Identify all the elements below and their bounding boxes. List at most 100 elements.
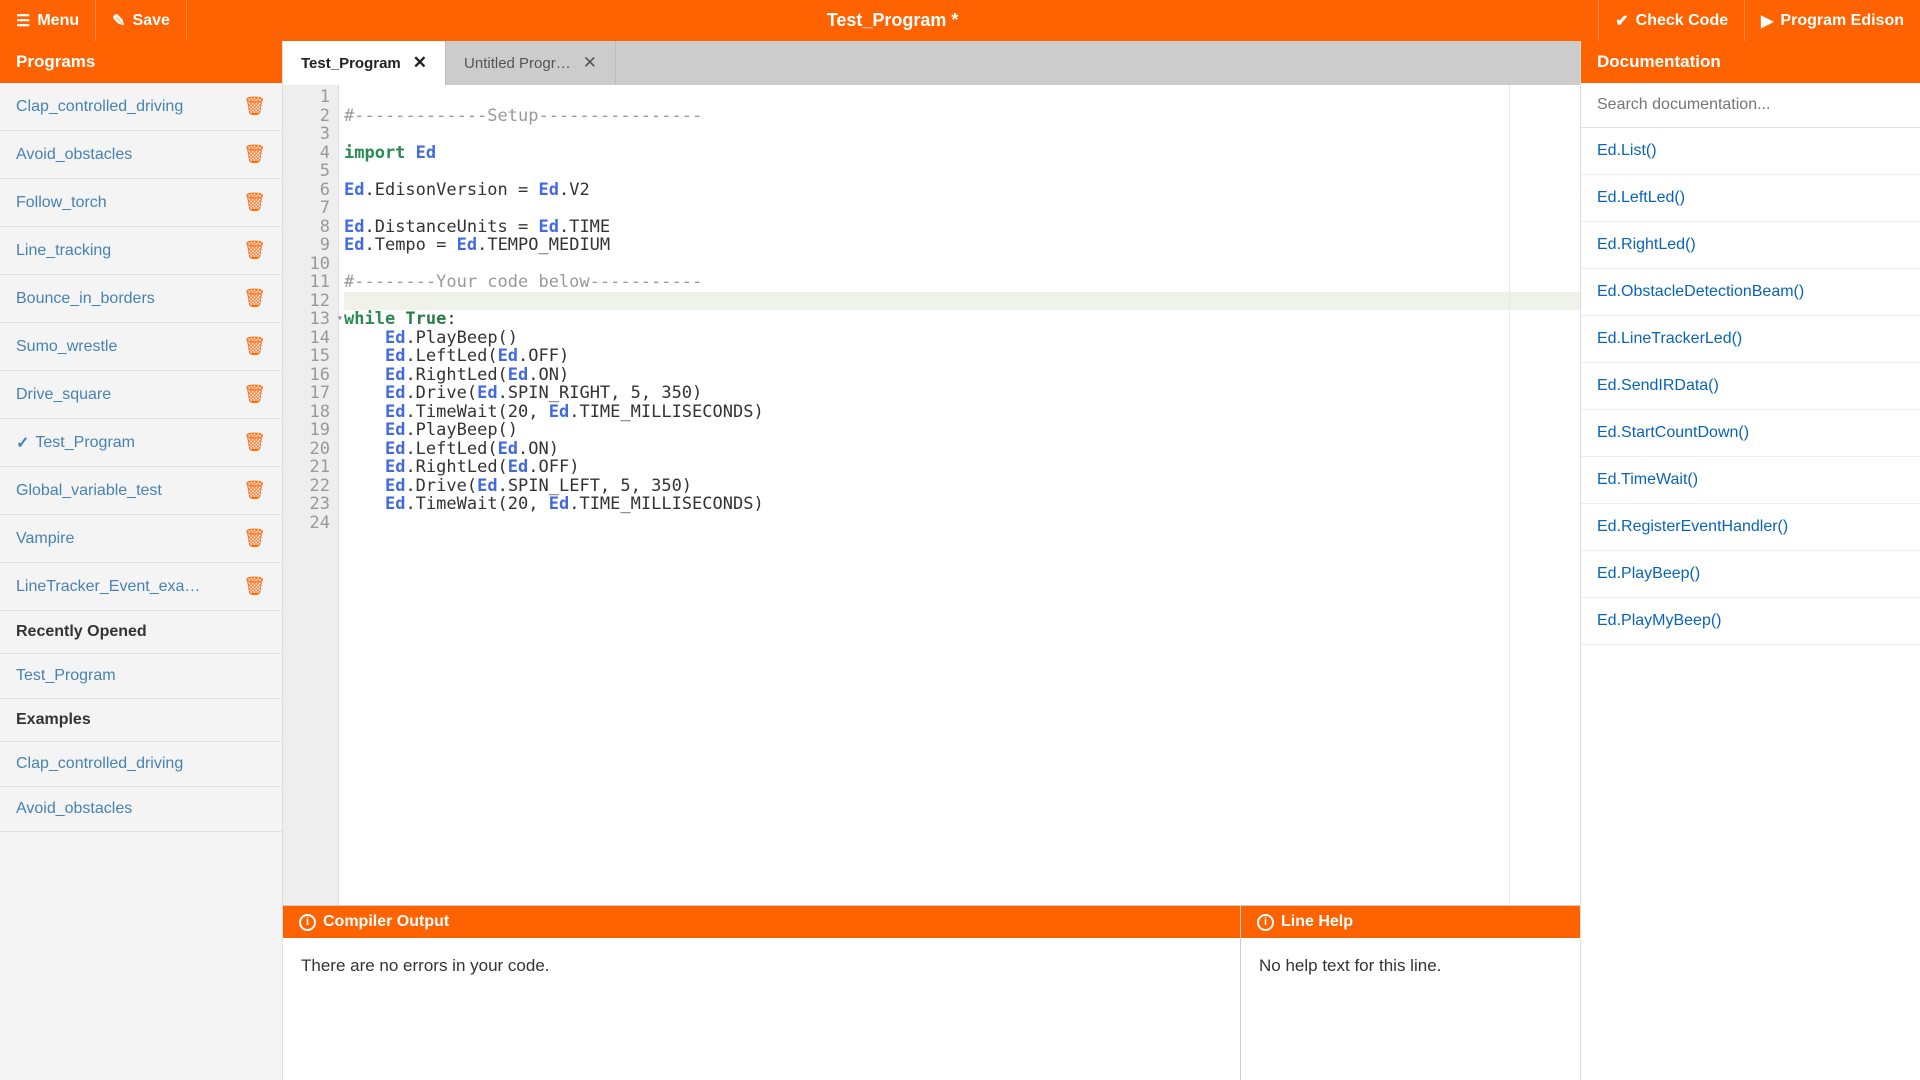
code-line[interactable]: Ed.RightLed(Ed.OFF)	[344, 458, 1580, 477]
trash-icon[interactable]: 🗑	[243, 192, 266, 213]
code-line[interactable]: Ed.EdisonVersion = Ed.V2	[344, 181, 1580, 200]
program-item[interactable]: Drive_square🗑	[0, 371, 282, 419]
program-item[interactable]: Avoid_obstacles🗑	[0, 131, 282, 179]
line-number: 16	[289, 366, 330, 385]
program-item[interactable]: Bounce_in_borders🗑	[0, 275, 282, 323]
code-line[interactable]: Ed.LeftLed(Ed.OFF)	[344, 347, 1580, 366]
code-editor[interactable]: 123456789101112131415161718192021222324 …	[283, 85, 1580, 905]
trash-icon[interactable]: 🗑	[243, 240, 266, 261]
code-line[interactable]: #-------------Setup----------------	[344, 107, 1580, 126]
program-item[interactable]: Test_Program🗑	[0, 419, 282, 467]
trash-icon[interactable]: 🗑	[243, 288, 266, 309]
program-item[interactable]: Sumo_wrestle🗑	[0, 323, 282, 371]
code-line[interactable]	[344, 292, 1580, 311]
documentation-item[interactable]: Ed.List()	[1581, 128, 1920, 175]
code-line[interactable]: Ed.PlayBeep()	[344, 421, 1580, 440]
code-line[interactable]: #--------Your code below-----------	[344, 273, 1580, 292]
close-icon[interactable]: ✕	[413, 53, 427, 73]
code-line[interactable]: Ed.TimeWait(20, Ed.TIME_MILLISECONDS)	[344, 495, 1580, 514]
check-icon: ✔	[1615, 11, 1628, 31]
programs-list[interactable]: Clap_controlled_driving🗑Avoid_obstacles🗑…	[0, 83, 282, 1080]
code-line[interactable]: import Ed	[344, 144, 1580, 163]
play-icon: ▶	[1761, 11, 1773, 31]
code-line[interactable]: while True:	[344, 310, 1580, 329]
tab-label: Test_Program	[301, 55, 401, 72]
close-icon[interactable]: ✕	[583, 53, 597, 73]
recently-opened-header: Recently Opened	[0, 611, 282, 654]
check-code-button[interactable]: ✔ Check Code	[1598, 0, 1745, 41]
documentation-item[interactable]: Ed.RegisterEventHandler()	[1581, 504, 1920, 551]
code-line[interactable]	[344, 199, 1580, 218]
code-line[interactable]	[344, 125, 1580, 144]
trash-icon[interactable]: 🗑	[243, 96, 266, 117]
code-line[interactable]: Ed.RightLed(Ed.ON)	[344, 366, 1580, 385]
recent-item[interactable]: Test_Program	[0, 654, 282, 699]
trash-icon[interactable]: 🗑	[243, 144, 266, 165]
check-label: Check Code	[1636, 12, 1728, 30]
code-area[interactable]: #-------------Setup---------------- impor…	[339, 85, 1580, 905]
line-number: 24	[289, 514, 330, 533]
code-line[interactable]: Ed.DistanceUnits = Ed.TIME	[344, 218, 1580, 237]
program-item[interactable]: Global_variable_test🗑	[0, 467, 282, 515]
programs-header: Programs	[0, 41, 282, 83]
line-number: 4	[289, 144, 330, 163]
line-number: 23	[289, 495, 330, 514]
editor-tab[interactable]: Untitled Progr… ✕	[446, 41, 616, 85]
program-edison-button[interactable]: ▶ Program Edison	[1745, 0, 1920, 41]
menu-button[interactable]: ☰ Menu	[0, 0, 96, 41]
program-item[interactable]: Clap_controlled_driving🗑	[0, 83, 282, 131]
documentation-item[interactable]: Ed.ObstacleDetectionBeam()	[1581, 269, 1920, 316]
documentation-search-input[interactable]	[1581, 83, 1920, 127]
compiler-output-panel: iCompiler Output There are no errors in …	[283, 906, 1240, 1080]
trash-icon[interactable]: 🗑	[243, 480, 266, 501]
program-item[interactable]: LineTracker_Event_exa…🗑	[0, 563, 282, 611]
program-item[interactable]: Line_tracking🗑	[0, 227, 282, 275]
example-item[interactable]: Avoid_obstacles	[0, 787, 282, 832]
program-label: Sumo_wrestle	[16, 338, 243, 356]
documentation-item[interactable]: Ed.LeftLed()	[1581, 175, 1920, 222]
program-item[interactable]: Follow_torch🗑	[0, 179, 282, 227]
line-number: 2	[289, 107, 330, 126]
trash-icon[interactable]: 🗑	[243, 384, 266, 405]
documentation-item[interactable]: Ed.PlayMyBeep()	[1581, 598, 1920, 645]
documentation-item[interactable]: Ed.RightLed()	[1581, 222, 1920, 269]
hamburger-icon: ☰	[16, 11, 30, 31]
documentation-item[interactable]: Ed.SendIRData()	[1581, 363, 1920, 410]
code-line[interactable]: Ed.Drive(Ed.SPIN_LEFT, 5, 350)	[344, 477, 1580, 496]
example-item[interactable]: Clap_controlled_driving	[0, 742, 282, 787]
line-number: 21	[289, 458, 330, 477]
page-title: Test_Program *	[187, 0, 1598, 41]
trash-icon[interactable]: 🗑	[243, 576, 266, 597]
code-line[interactable]	[344, 162, 1580, 181]
save-label: Save	[133, 12, 170, 30]
documentation-item[interactable]: Ed.PlayBeep()	[1581, 551, 1920, 598]
program-label: Follow_torch	[16, 194, 243, 212]
line-number: 13	[289, 310, 330, 329]
line-number: 11	[289, 273, 330, 292]
code-line[interactable]	[344, 514, 1580, 533]
code-line[interactable]: Ed.PlayBeep()	[344, 329, 1580, 348]
documentation-item[interactable]: Ed.TimeWait()	[1581, 457, 1920, 504]
program-item[interactable]: Vampire🗑	[0, 515, 282, 563]
editor-tab[interactable]: Test_Program ✕	[283, 41, 446, 85]
code-line[interactable]	[344, 255, 1580, 274]
documentation-item[interactable]: Ed.LineTrackerLed()	[1581, 316, 1920, 363]
program-label: Global_variable_test	[16, 482, 243, 500]
compiler-body: There are no errors in your code.	[283, 938, 1240, 994]
documentation-list[interactable]: Ed.List()Ed.LeftLed()Ed.RightLed()Ed.Obs…	[1581, 128, 1920, 645]
documentation-item[interactable]: Ed.StartCountDown()	[1581, 410, 1920, 457]
tab-label: Untitled Progr…	[464, 55, 571, 72]
line-number: 10	[289, 255, 330, 274]
trash-icon[interactable]: 🗑	[243, 528, 266, 549]
trash-icon[interactable]: 🗑	[243, 336, 266, 357]
program-label: Bounce_in_borders	[16, 290, 243, 308]
save-button[interactable]: ✎ Save	[96, 0, 187, 41]
code-line[interactable]	[344, 88, 1580, 107]
line-gutter: 123456789101112131415161718192021222324	[283, 85, 339, 905]
code-line[interactable]: Ed.LeftLed(Ed.ON)	[344, 440, 1580, 459]
code-line[interactable]: Ed.Drive(Ed.SPIN_RIGHT, 5, 350)	[344, 384, 1580, 403]
code-line[interactable]: Ed.TimeWait(20, Ed.TIME_MILLISECONDS)	[344, 403, 1580, 422]
line-number: 8	[289, 218, 330, 237]
code-line[interactable]: Ed.Tempo = Ed.TEMPO_MEDIUM	[344, 236, 1580, 255]
trash-icon[interactable]: 🗑	[243, 432, 266, 453]
